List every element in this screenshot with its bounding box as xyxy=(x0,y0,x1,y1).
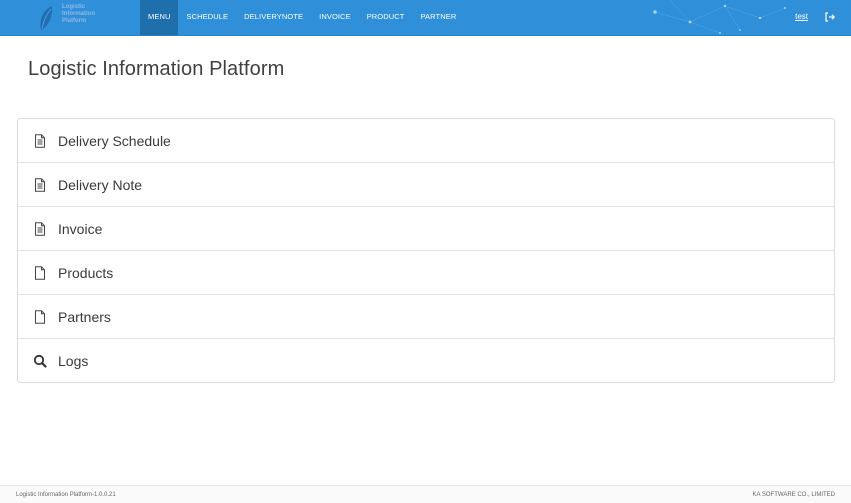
menu-item-label: Logs xyxy=(58,353,89,369)
footer-company: KA SOFTWARE CO., LIMITED xyxy=(752,492,835,498)
menu-item-partners[interactable]: Partners xyxy=(18,294,834,338)
menu-item-logs[interactable]: Logs xyxy=(18,338,834,382)
footer-version: Logistic Information Platform-1.0.0.21 xyxy=(16,492,116,498)
network-decoration xyxy=(653,0,786,34)
menu-item-label: Invoice xyxy=(58,221,103,237)
document-blank-icon xyxy=(35,266,45,280)
footer: Logistic Information Platform-1.0.0.21 K… xyxy=(0,485,851,503)
nav-item-invoice[interactable]: INVOICE xyxy=(311,0,359,35)
document-lines-icon xyxy=(35,134,45,148)
main-menu-list: Delivery Schedule Delivery Note Invoice … xyxy=(17,118,835,383)
search-icon xyxy=(33,354,47,368)
document-blank-icon xyxy=(35,310,45,324)
nav-item-product[interactable]: PRODUCT xyxy=(359,0,413,35)
menu-item-invoice[interactable]: Invoice xyxy=(18,206,834,250)
menu-item-products[interactable]: Products xyxy=(18,250,834,294)
menu-item-label: Delivery Schedule xyxy=(58,133,171,149)
menu-item-label: Partners xyxy=(58,309,111,325)
leaf-logo-icon xyxy=(40,6,53,30)
document-lines-icon xyxy=(35,178,45,192)
nav-item-menu[interactable]: MENU xyxy=(140,0,179,35)
menu-item-label: Delivery Note xyxy=(58,177,143,193)
nav-item-partner[interactable]: PARTNER xyxy=(412,0,464,35)
brand-logo[interactable]: Logistic Information Platform xyxy=(38,3,128,32)
document-lines-icon xyxy=(35,222,45,236)
sign-out-icon[interactable] xyxy=(824,11,836,23)
menu-item-delivery-note[interactable]: Delivery Note xyxy=(18,162,834,206)
user-name-link[interactable]: test xyxy=(795,0,808,35)
menu-item-label: Products xyxy=(58,265,114,281)
nav-item-deliverynote[interactable]: DELIVERYNOTE xyxy=(236,0,311,35)
page-title: Logistic Information Platform xyxy=(28,58,285,80)
menu-item-delivery-schedule[interactable]: Delivery Schedule xyxy=(18,119,834,162)
top-navbar: Logistic Information Platform MENU SCHED… xyxy=(0,0,851,36)
nav-item-schedule[interactable]: SCHEDULE xyxy=(178,0,236,35)
main-nav: MENU SCHEDULE DELIVERYNOTE INVOICE PRODU… xyxy=(140,0,464,35)
brand-text: Logistic Information Platform xyxy=(62,4,95,24)
